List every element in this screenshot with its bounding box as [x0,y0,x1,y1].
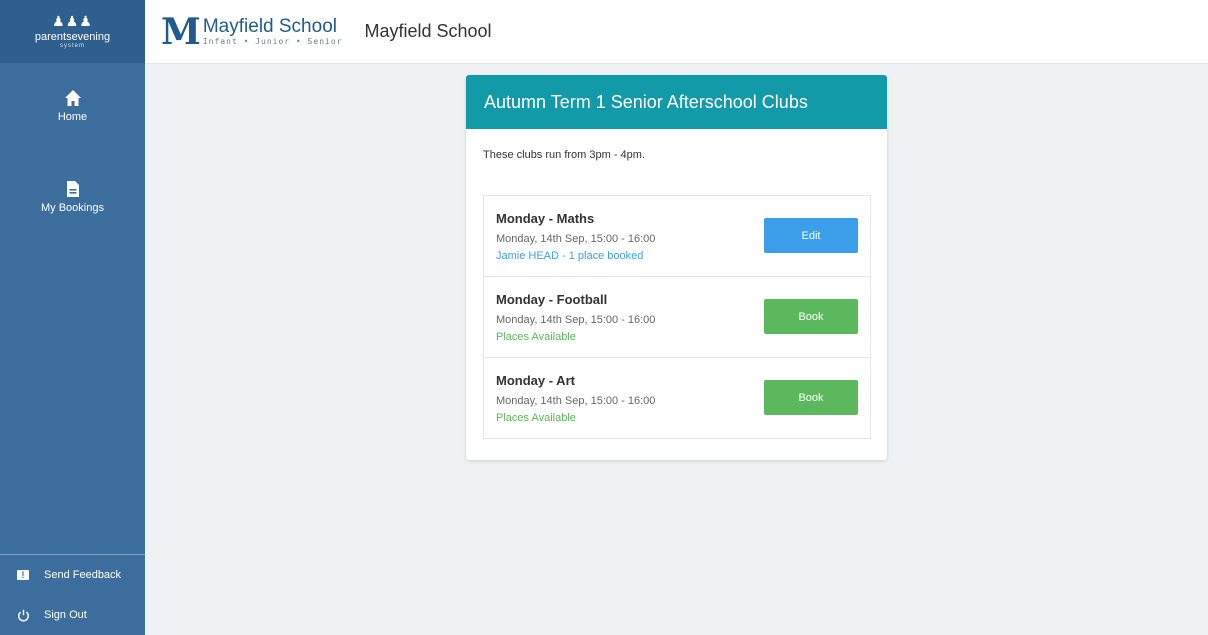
club-status: Places Available [496,331,576,343]
send-feedback-button[interactable]: ! Send Feedback [0,555,145,595]
list-item: Monday - Art Monday, 14th Sep, 15:00 - 1… [484,358,870,438]
sidebar-footer: ! Send Feedback Sign Out [0,554,145,635]
sidebar-item-my-bookings[interactable]: My Bookings [0,180,145,214]
club-name: Monday - Football [496,292,608,307]
club-time: Monday, 14th Sep, 15:00 - 16:00 [496,395,656,407]
home-icon [64,90,81,106]
sidebar-item-home[interactable]: Home [0,89,145,123]
book-button[interactable]: Book [764,380,858,415]
club-name: Monday - Maths [496,211,595,226]
clubs-list: Monday - Maths Monday, 14th Sep, 15:00 -… [483,195,871,439]
logo-title: Mayfield School [202,16,337,37]
brand-sub: system [59,43,85,49]
clubs-card: Autumn Term 1 Senior Afterschool Clubs T… [466,75,887,460]
sidebar-item-label: Home [57,111,88,123]
school-name: Mayfield School [364,21,492,41]
logo-subtitle: Infant • Junior • Senior [202,37,343,46]
school-logo[interactable]: M Mayfield School Infant • Junior • Seni… [161,14,342,50]
edit-button[interactable]: Edit [764,218,858,253]
book-button[interactable]: Book [764,299,858,334]
card-intro: These clubs run from 3pm - 4pm. [483,149,646,161]
sign-out-button[interactable]: Sign Out [0,595,145,635]
feedback-icon: ! [17,570,29,580]
school-crest-icon: M [161,10,201,53]
brand-logo[interactable]: ♟♟♟ parentsevening system [0,0,145,63]
people-icon: ♟♟♟ [52,13,93,29]
list-item: Monday - Football Monday, 14th Sep, 15:0… [484,277,870,358]
card-title: Autumn Term 1 Senior Afterschool Clubs [466,75,887,129]
club-name: Monday - Art [496,373,575,388]
list-item: Monday - Maths Monday, 14th Sep, 15:00 -… [484,196,870,277]
document-icon [66,181,79,197]
power-icon [17,609,29,621]
club-status: Jamie HEAD - 1 place booked [496,250,644,262]
top-header: M Mayfield School Infant • Junior • Seni… [145,0,1208,64]
club-status: Places Available [496,412,576,424]
sign-out-label: Sign Out [44,609,87,621]
sidebar: ♟♟♟ parentsevening system Home My Bookin… [0,0,145,635]
club-time: Monday, 14th Sep, 15:00 - 16:00 [496,233,656,245]
send-feedback-label: Send Feedback [44,569,122,581]
sidebar-item-label: My Bookings [41,202,104,214]
brand-name: parentsevening [34,31,111,43]
club-time: Monday, 14th Sep, 15:00 - 16:00 [496,314,656,326]
